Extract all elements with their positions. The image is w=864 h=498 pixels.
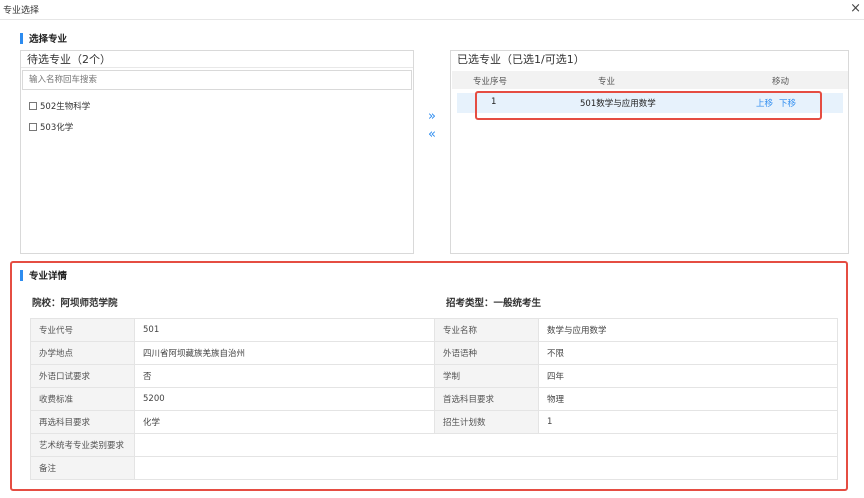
detail-label: 收费标准 (30, 387, 135, 411)
candidate-item-label: 503化学 (40, 123, 74, 133)
checkbox[interactable] (29, 123, 37, 131)
search-input[interactable] (22, 70, 412, 90)
table-row: 外语口试要求 否 学制 四年 (30, 364, 838, 388)
detail-label: 首选科目要求 (434, 387, 539, 411)
detail-value: 5200 (134, 387, 435, 411)
table-row: 艺术统考专业类别要求 (30, 433, 838, 457)
detail-value: 物理 (538, 387, 838, 411)
candidate-panel-title: 待选专业（2个） (21, 51, 413, 68)
detail-label: 招生计划数 (434, 410, 539, 434)
col-major-header: 专业 (598, 77, 616, 87)
col-index-header: 专业序号 (473, 77, 508, 87)
candidate-item[interactable]: 503化学 (29, 121, 73, 133)
table-row: 备注 (30, 456, 838, 480)
detail-value: 化学 (134, 410, 435, 434)
detail-value: 501 (134, 318, 435, 342)
dialog-title: 专业选择 (3, 6, 40, 16)
dialog-titlebar: 专业选择 × (0, 0, 864, 20)
checkbox[interactable] (29, 102, 37, 110)
detail-label: 备注 (30, 456, 135, 480)
candidate-item-label: 502生物科学 (40, 102, 91, 112)
detail-value: 数学与应用数学 (538, 318, 838, 342)
detail-value: 否 (134, 364, 435, 388)
detail-label: 学制 (434, 364, 539, 388)
add-to-selected-icon[interactable]: » (428, 110, 436, 123)
table-row: 收费标准 5200 首选科目要求 物理 (30, 387, 838, 411)
accent-bar (20, 32, 23, 44)
candidate-item[interactable]: 502生物科学 (29, 100, 90, 112)
table-row: 专业代号 501 专业名称 数学与应用数学 (30, 318, 838, 342)
detail-label: 外语口试要求 (30, 364, 135, 388)
detail-label: 专业代号 (30, 318, 135, 342)
remove-from-selected-icon[interactable]: « (428, 128, 436, 141)
detail-value: 四年 (538, 364, 838, 388)
admission-type: 招考类型：一般统考生 (446, 298, 542, 309)
select-section-heading: 选择专业 (20, 31, 67, 45)
table-row: 办学地点 四川省阿坝藏族羌族自治州 外语语种 不限 (30, 341, 838, 365)
detail-label: 艺术统考专业类别要求 (30, 433, 135, 457)
detail-label: 外语语种 (434, 341, 539, 365)
detail-value (134, 433, 838, 457)
selected-row-highlight (475, 91, 822, 120)
detail-section-title: 专业详情 (29, 271, 68, 282)
detail-value: 1 (538, 410, 838, 434)
detail-label: 办学地点 (30, 341, 135, 365)
detail-value: 不限 (538, 341, 838, 365)
selected-table-header: 专业序号 专业 移动 (452, 71, 848, 89)
detail-label: 再选科目要求 (30, 410, 135, 434)
table-row: 再选科目要求 化学 招生计划数 1 (30, 410, 838, 434)
detail-value (134, 456, 838, 480)
detail-section-heading: 专业详情 (20, 268, 67, 282)
selected-panel-title: 已选专业（已选1/可选1） (457, 53, 585, 66)
detail-value: 四川省阿坝藏族羌族自治州 (134, 341, 435, 365)
accent-bar (20, 269, 23, 281)
detail-table: 专业代号 501 专业名称 数学与应用数学 办学地点 四川省阿坝藏族羌族自治州 … (30, 318, 838, 480)
selected-panel: 已选专业（已选1/可选1） 专业序号 专业 移动 1 501数学与应用数学 上移… (450, 50, 849, 254)
school-name: 院校：阿坝师范学院 (32, 298, 118, 309)
detail-label: 专业名称 (434, 318, 539, 342)
close-icon[interactable]: × (850, 1, 861, 16)
candidate-panel: 待选专业（2个） 502生物科学 503化学 (20, 50, 414, 254)
select-section-title: 选择专业 (29, 34, 68, 45)
col-move-header: 移动 (772, 77, 790, 87)
